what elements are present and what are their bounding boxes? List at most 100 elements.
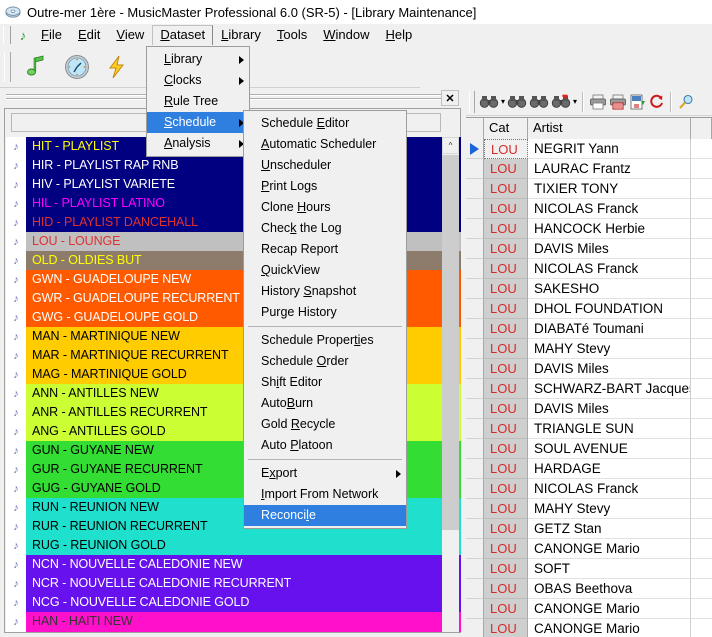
menu-item-import-from-network[interactable]: Import From Network	[244, 484, 406, 505]
cell-extra[interactable]	[691, 259, 712, 279]
menu-item-schedule[interactable]: Schedule	[147, 112, 249, 133]
table-row[interactable]: LOU MAHY Stevy	[466, 499, 712, 519]
cell-cat[interactable]: LOU	[484, 379, 528, 399]
cell-artist[interactable]: NICOLAS Franck	[528, 479, 691, 499]
menu-item-shift-editor[interactable]: Shift Editor	[244, 372, 406, 393]
music-note-icon[interactable]	[17, 49, 57, 85]
song-grid[interactable]: Cat Artist LOU NEGRIT Yann LOU LAURAC Frant…	[466, 117, 712, 637]
cell-extra[interactable]	[691, 299, 712, 319]
menu-item-export[interactable]: Export	[244, 463, 406, 484]
menu-item-auto-platoon[interactable]: Auto Platoon	[244, 435, 406, 456]
row-selector[interactable]	[466, 159, 484, 179]
schedule-submenu[interactable]: Schedule Editor Automatic Scheduler Unsche…	[243, 110, 407, 529]
cell-extra[interactable]	[691, 139, 712, 159]
menu-item-clone-hours[interactable]: Clone Hours	[244, 197, 406, 218]
list-item[interactable]: ♪HAR - HAiTI RECURRENT	[6, 631, 461, 632]
find-next-icon[interactable]	[506, 90, 528, 114]
table-row[interactable]: LOU DIABATé Toumani	[466, 319, 712, 339]
grid-header-cat[interactable]: Cat	[484, 118, 528, 139]
cell-cat[interactable]: LOU	[484, 299, 528, 319]
cell-extra[interactable]	[691, 179, 712, 199]
menu-item-schedule-properties[interactable]: Schedule Properties	[244, 330, 406, 351]
cell-extra[interactable]	[691, 479, 712, 499]
cell-cat[interactable]: LOU	[484, 519, 528, 539]
cell-extra[interactable]	[691, 359, 712, 379]
table-row[interactable]: LOU HANCOCK Herbie	[466, 219, 712, 239]
row-selector[interactable]	[466, 519, 484, 539]
cell-artist[interactable]: DAVIS Miles	[528, 399, 691, 419]
table-row[interactable]: LOU TIXIER TONY	[466, 179, 712, 199]
cell-artist[interactable]: GETZ Stan	[528, 519, 691, 539]
cell-cat[interactable]: LOU	[484, 599, 528, 619]
table-row[interactable]: LOU DAVIS Miles	[466, 399, 712, 419]
menu-view[interactable]: View	[108, 25, 152, 45]
cell-artist[interactable]: HARDAGE	[528, 459, 691, 479]
cell-extra[interactable]	[691, 559, 712, 579]
menu-library[interactable]: Library	[213, 25, 269, 45]
row-selector[interactable]	[466, 359, 484, 379]
cell-cat[interactable]: LOU	[484, 179, 528, 199]
dataset-dropdown-menu[interactable]: Library Clocks Rule Tree Schedule Analysis	[146, 46, 250, 157]
list-item[interactable]: ♪ NCN - NOUVELLE CALEDONIE NEW	[6, 555, 461, 574]
cell-cat[interactable]: LOU	[484, 479, 528, 499]
cell-extra[interactable]	[691, 339, 712, 359]
cell-cat[interactable]: LOU	[484, 579, 528, 599]
export-icon[interactable]	[628, 90, 648, 114]
row-selector[interactable]	[466, 379, 484, 399]
table-row[interactable]: LOU MAHY Stevy	[466, 339, 712, 359]
table-row[interactable]: LOU SCHWARZ-BART Jacques	[466, 379, 712, 399]
cell-artist[interactable]: DIABATé Toumani	[528, 319, 691, 339]
menu-item-reconcile[interactable]: Reconcile	[244, 505, 406, 526]
row-selector[interactable]	[466, 179, 484, 199]
toolbar-grip[interactable]	[4, 51, 11, 82]
table-row[interactable]: LOU LAURAC Frantz	[466, 159, 712, 179]
cell-extra[interactable]	[691, 379, 712, 399]
row-selector[interactable]	[466, 419, 484, 439]
scroll-up-icon[interactable]: ^	[442, 137, 459, 154]
cell-extra[interactable]	[691, 619, 712, 637]
print-preview-icon[interactable]	[608, 90, 628, 114]
table-row[interactable]: LOU DAVIS Miles	[466, 239, 712, 259]
find-favorite-dropdown-icon[interactable]: ▾	[572, 90, 578, 114]
cell-cat[interactable]: LOU	[484, 399, 528, 419]
row-selector[interactable]	[466, 499, 484, 519]
find-favorite-icon[interactable]	[550, 90, 572, 114]
menu-item-unscheduler[interactable]: Unscheduler	[244, 155, 406, 176]
cell-cat[interactable]: LOU	[484, 539, 528, 559]
row-selector[interactable]	[466, 319, 484, 339]
table-row[interactable]: LOU NICOLAS Franck	[466, 479, 712, 499]
clock-icon[interactable]	[57, 49, 97, 85]
cell-artist[interactable]: MAHY Stevy	[528, 339, 691, 359]
table-row[interactable]: LOU NEGRIT Yann	[466, 139, 712, 159]
list-item[interactable]: ♪ RUG - REUNION GOLD	[6, 536, 461, 555]
cell-cat[interactable]: LOU	[484, 359, 528, 379]
cell-extra[interactable]	[691, 399, 712, 419]
table-row[interactable]: LOU CANONGE Mario	[466, 599, 712, 619]
list-item[interactable]: ♪ NCG - NOUVELLE CALEDONIE GOLD	[6, 593, 461, 612]
cell-artist[interactable]: LAURAC Frantz	[528, 159, 691, 179]
grid-toolbar-grip[interactable]	[469, 90, 475, 113]
cell-cat[interactable]: LOU	[484, 279, 528, 299]
row-selector-arrow-icon[interactable]	[466, 139, 484, 159]
cell-extra[interactable]	[691, 459, 712, 479]
table-row[interactable]: LOU SOFT	[466, 559, 712, 579]
cell-artist[interactable]: NEGRIT Yann	[528, 139, 691, 159]
close-icon[interactable]: ✕	[441, 90, 459, 106]
table-row[interactable]: LOU OBAS Beethova	[466, 579, 712, 599]
cell-artist[interactable]: CANONGE Mario	[528, 619, 691, 637]
menu-item-autoburn[interactable]: AutoBurn	[244, 393, 406, 414]
table-row[interactable]: LOU DHOL FOUNDATION	[466, 299, 712, 319]
menu-item-schedule-order[interactable]: Schedule Order	[244, 351, 406, 372]
list-item[interactable]: ♪ HAN - HAITI NEW	[6, 612, 461, 631]
cell-artist[interactable]: SCHWARZ-BART Jacques	[528, 379, 691, 399]
cell-artist[interactable]: DAVIS Miles	[528, 239, 691, 259]
table-row[interactable]: LOU NICOLAS Franck	[466, 199, 712, 219]
cell-extra[interactable]	[691, 279, 712, 299]
lightning-icon[interactable]	[97, 49, 137, 85]
cell-extra[interactable]	[691, 239, 712, 259]
row-selector[interactable]	[466, 279, 484, 299]
menu-item-clocks[interactable]: Clocks	[147, 70, 249, 91]
table-row[interactable]: LOU NICOLAS Franck	[466, 259, 712, 279]
list-item[interactable]: ♪ NCR - NOUVELLE CALEDONIE RECURRENT	[6, 574, 461, 593]
row-selector[interactable]	[466, 539, 484, 559]
